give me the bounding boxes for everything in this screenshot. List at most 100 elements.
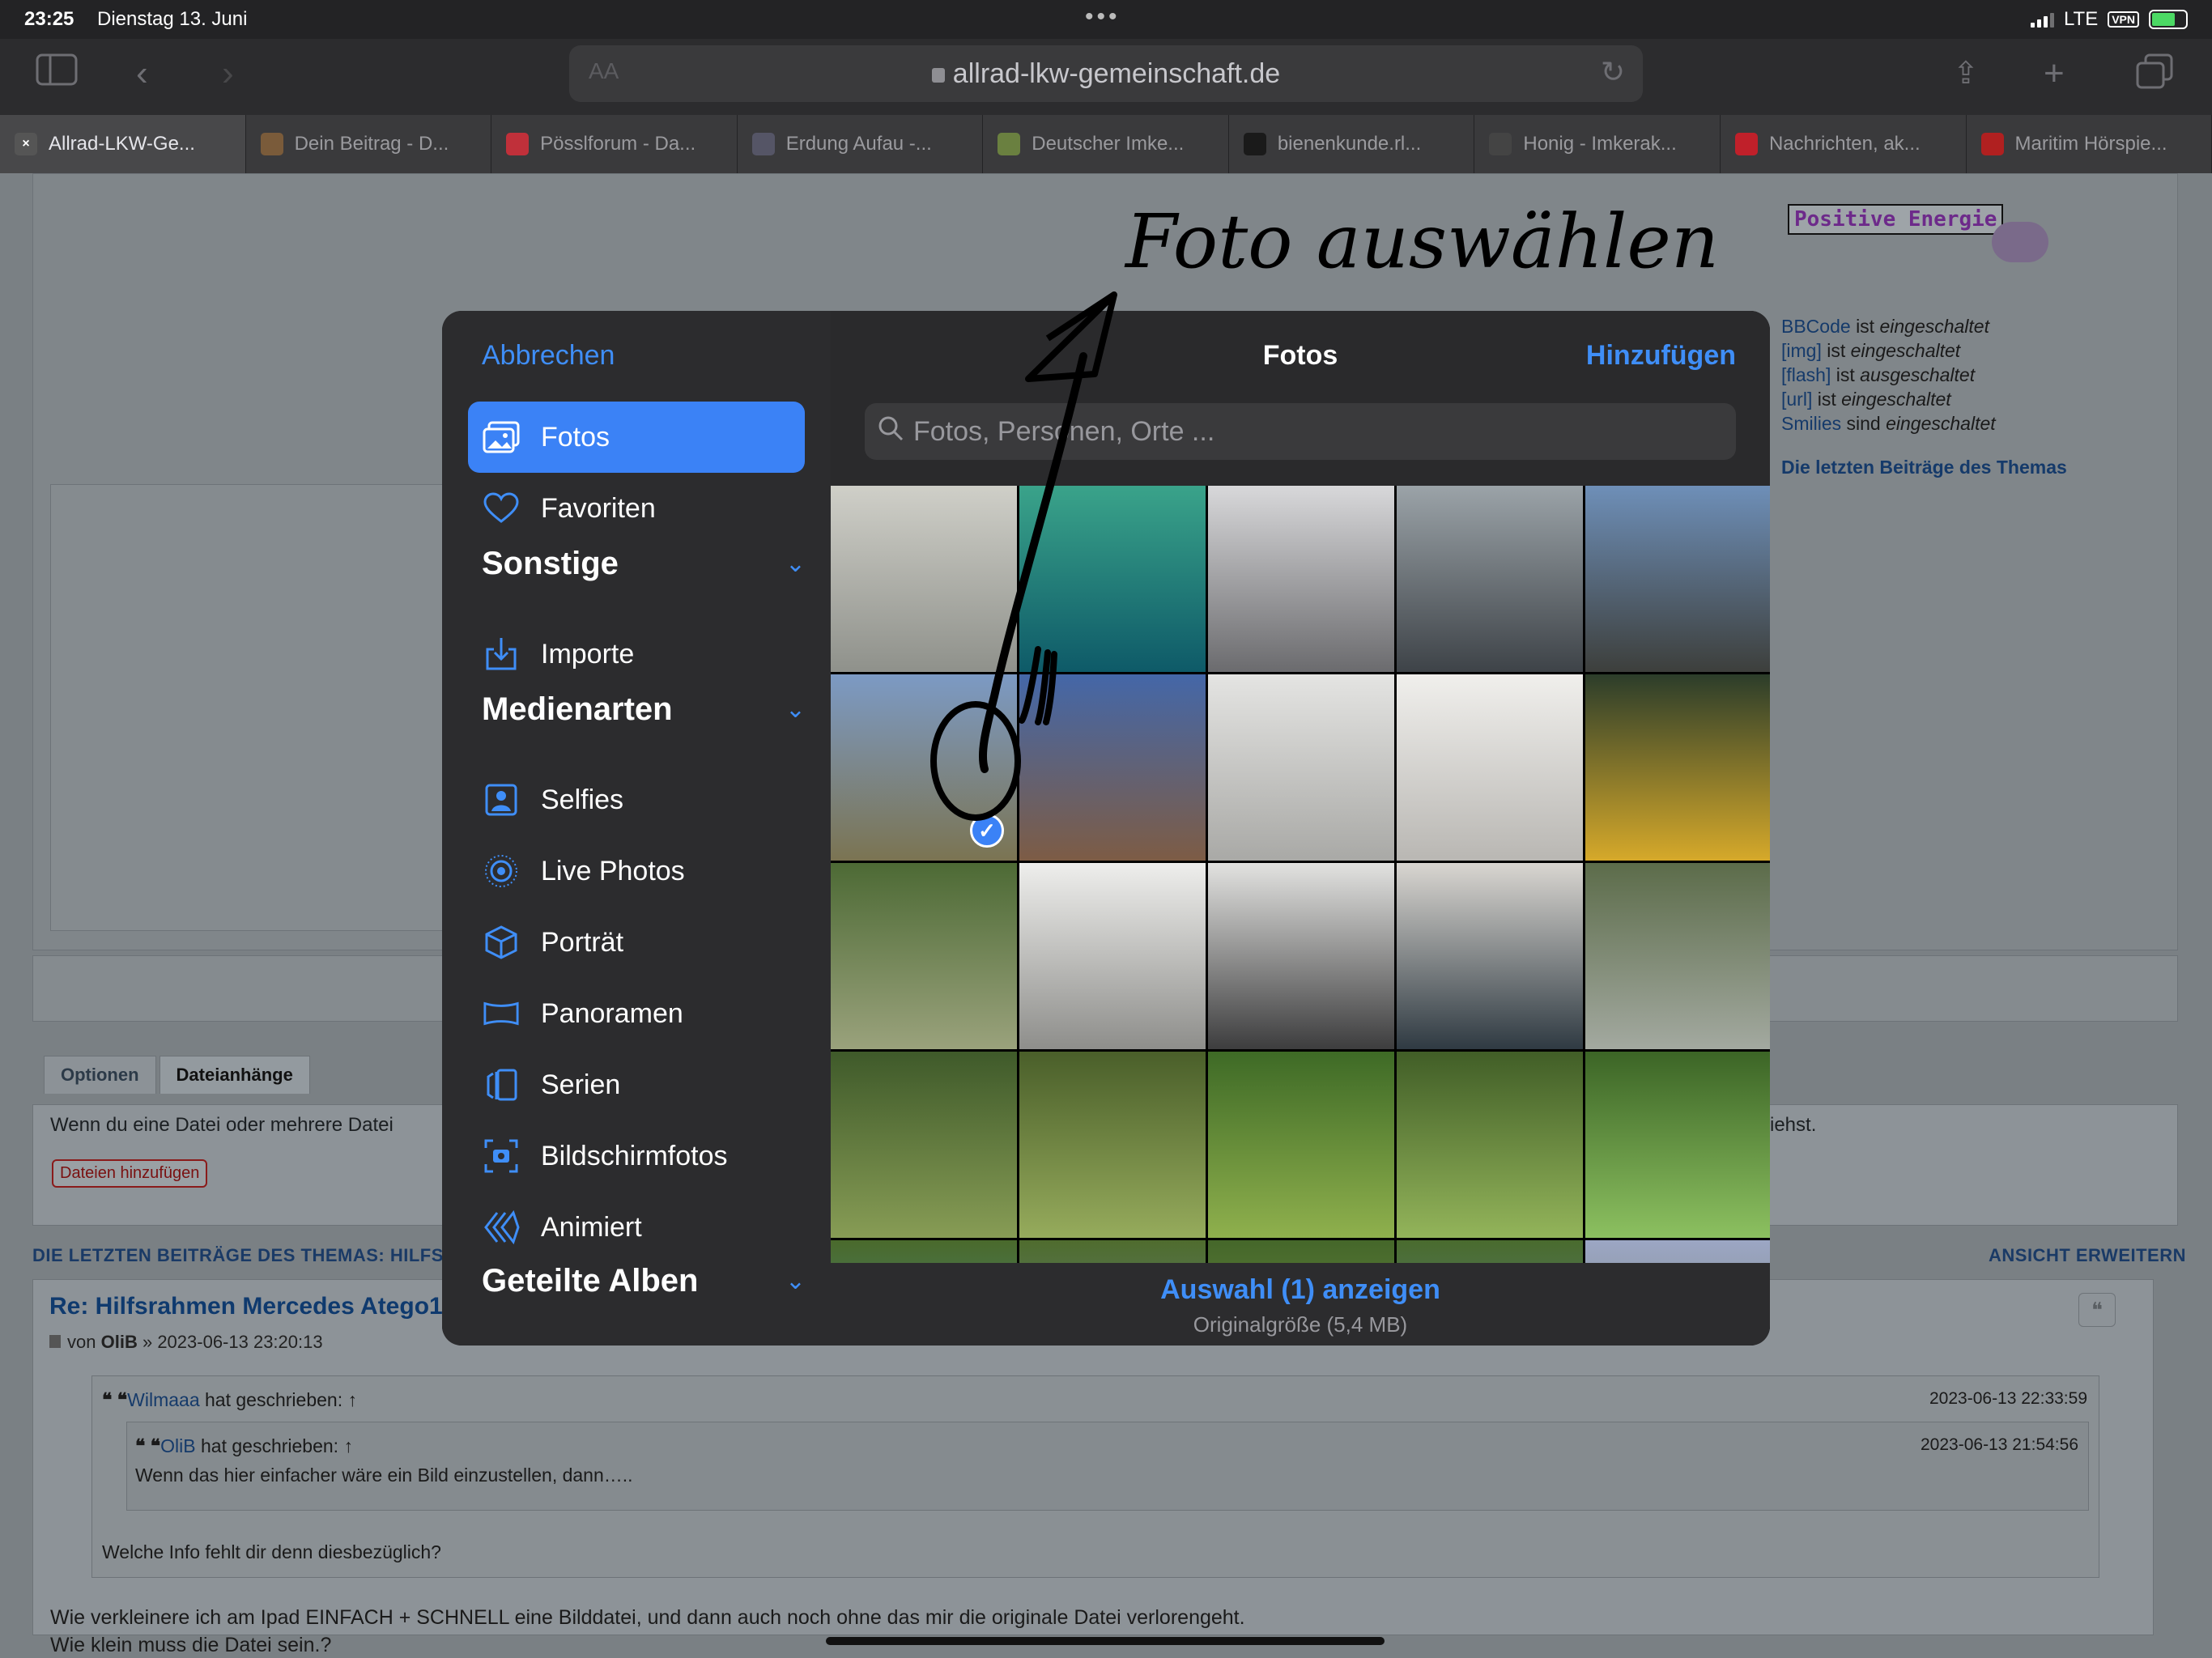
sidebar-item-animiert[interactable]: Animiert xyxy=(468,1192,805,1263)
quote-text-2: Wenn das hier einfacher wäre ein Bild ei… xyxy=(135,1465,633,1486)
sidebar-item-panoramen[interactable]: Panoramen xyxy=(468,978,805,1049)
close-icon[interactable]: × xyxy=(15,133,37,155)
quote-author-1[interactable]: Wilmaaa xyxy=(127,1389,199,1410)
battery-icon xyxy=(2149,10,2188,29)
sidebar-item-portraet[interactable]: Porträt xyxy=(468,907,805,978)
photo-thumbnail[interactable] xyxy=(831,1052,1017,1238)
photo-thumbnail[interactable] xyxy=(1397,674,1583,861)
sidebar-item-fotos[interactable]: Fotos xyxy=(468,402,805,473)
search-field[interactable]: Fotos, Personen, Orte ... xyxy=(865,403,1736,460)
photo-thumbnail[interactable] xyxy=(1397,863,1583,1049)
photo-thumbnail[interactable] xyxy=(1019,1052,1206,1238)
tab-label: Dein Beitrag - D... xyxy=(294,133,449,155)
search-icon xyxy=(878,415,904,449)
browser-tab[interactable]: × Allrad-LKW-Ge... xyxy=(0,115,246,173)
photo-thumbnail[interactable] xyxy=(1208,674,1394,861)
side-setting-line: Smilies sind eingeschaltet xyxy=(1781,413,1996,434)
browser-tab[interactable]: Maritim Hörspie... xyxy=(1967,115,2212,173)
textarea[interactable] xyxy=(50,484,455,931)
maritim-favicon xyxy=(1980,133,2004,155)
photo-thumbnail[interactable] xyxy=(1397,1240,1583,1263)
chevron-down-icon: ⌄ xyxy=(785,1268,806,1295)
side-setting-line: [img] ist eingeschaltet xyxy=(1781,340,1961,361)
post-author[interactable]: OliB xyxy=(101,1332,138,1352)
vpn-icon: VPN xyxy=(2108,11,2139,28)
photo-thumbnail[interactable] xyxy=(1019,674,1206,861)
multitasking-dots-icon[interactable]: ••• xyxy=(1085,3,1121,31)
expand-view-link[interactable]: ANSICHT ERWEITERN xyxy=(1989,1245,2186,1266)
sidebar-item-label: Live Photos xyxy=(541,855,685,886)
photo-thumbnail[interactable] xyxy=(1208,486,1394,672)
photo-thumbnail[interactable] xyxy=(1585,674,1770,861)
photo-thumbnail[interactable] xyxy=(1397,486,1583,672)
cancel-button[interactable]: Abbrechen xyxy=(482,340,615,372)
sidebar-item-bildschirmfotos[interactable]: Bildschirmfotos xyxy=(468,1120,805,1192)
tab-options[interactable]: Optionen xyxy=(44,1056,156,1094)
sidebar-item-label: Fotos xyxy=(541,421,610,453)
photo-thumbnail[interactable]: ✓ xyxy=(831,674,1017,861)
address-bar[interactable]: AA allrad-lkw-gemeinschaft.de ↻ xyxy=(569,45,1643,102)
browser-tab[interactable]: Pösslforum - Da... xyxy=(491,115,738,173)
status-right: LTE VPN xyxy=(2030,8,2188,31)
import-icon xyxy=(483,636,520,673)
sidebar-toggle-icon[interactable] xyxy=(36,53,78,95)
tabs-overview-icon[interactable] xyxy=(2136,53,2173,98)
photo-thumbnail[interactable] xyxy=(1585,1052,1770,1238)
back-icon[interactable]: ‹ xyxy=(136,53,148,94)
search-placeholder: Fotos, Personen, Orte ... xyxy=(913,415,1215,447)
quote-author-2[interactable]: OliB xyxy=(160,1435,195,1456)
photo-thumbnail[interactable] xyxy=(831,486,1017,672)
photo-thumbnail[interactable] xyxy=(1585,863,1770,1049)
sidebar-item-favoriten[interactable]: Favoriten xyxy=(468,473,805,544)
photo-thumbnail[interactable] xyxy=(1585,1240,1770,1263)
section-geteilte-alben[interactable]: Geteilte Alben ⌄ xyxy=(482,1263,806,1299)
picker-main: Fotos Hinzufügen Fotos, Personen, Orte .… xyxy=(831,311,1770,1346)
share-icon[interactable]: ⇪ xyxy=(1953,53,1979,94)
hex-favicon xyxy=(998,133,1021,155)
photo-thumbnail[interactable] xyxy=(831,1240,1017,1263)
reload-icon[interactable]: ↻ xyxy=(1601,55,1625,89)
selfie-icon xyxy=(483,781,520,818)
sidebar-item-live-photos[interactable]: Live Photos xyxy=(468,835,805,907)
browser-tab[interactable]: Nachrichten, ak... xyxy=(1721,115,1967,173)
photo-thumbnail[interactable] xyxy=(1019,486,1206,672)
sidebar-item-importe[interactable]: Importe xyxy=(468,619,805,690)
network-label: LTE xyxy=(2063,8,2099,30)
post-title[interactable]: Re: Hilfsrahmen Mercedes Atego10 xyxy=(49,1293,456,1320)
rlp-favicon xyxy=(1243,133,1266,155)
photo-thumbnail[interactable] xyxy=(831,863,1017,1049)
lock-icon xyxy=(931,68,945,83)
side-setting-line: BBCode ist eingeschaltet xyxy=(1781,316,1989,337)
section-medienarten[interactable]: Medienarten ⌄ xyxy=(482,691,806,728)
add-files-button[interactable]: Dateien hinzufügen xyxy=(52,1159,208,1188)
animated-icon xyxy=(483,1209,520,1246)
new-tab-icon[interactable]: + xyxy=(2044,53,2065,94)
section-sonstige[interactable]: Sonstige ⌄ xyxy=(482,546,806,582)
sidebar-item-serien[interactable]: Serien xyxy=(468,1049,805,1120)
browser-tab[interactable]: Dein Beitrag - D... xyxy=(246,115,492,173)
sidebar-item-selfies[interactable]: Selfies xyxy=(468,764,805,835)
home-indicator[interactable] xyxy=(826,1637,1385,1645)
photo-thumbnail[interactable] xyxy=(1208,863,1394,1049)
show-selection-button[interactable]: Auswahl (1) anzeigen xyxy=(831,1274,1770,1306)
chevron-down-icon: ⌄ xyxy=(785,696,806,723)
browser-tab[interactable]: Erdung Aufau -... xyxy=(738,115,984,173)
photo-thumbnail[interactable] xyxy=(1397,1052,1583,1238)
add-button[interactable]: Hinzufügen xyxy=(1586,340,1736,372)
quote-button-icon[interactable]: ❝ xyxy=(2078,1293,2116,1327)
side-latest-link[interactable]: Die letzten Beiträge des Themas xyxy=(1781,457,2067,478)
photo-thumbnail[interactable] xyxy=(1585,486,1770,672)
checkmark-icon: ✓ xyxy=(970,814,1004,848)
photo-thumbnail[interactable] xyxy=(1019,863,1206,1049)
quote-date-1: 2023-06-13 22:33:59 xyxy=(1929,1389,2087,1408)
browser-tab[interactable]: bienenkunde.rl... xyxy=(1229,115,1475,173)
side-setting-line: [flash] ist ausgeschaltet xyxy=(1781,364,1976,385)
photo-thumbnail[interactable] xyxy=(1208,1052,1394,1238)
forward-icon[interactable]: › xyxy=(222,53,234,94)
attach-help-text-end: iehst. xyxy=(1770,1114,1817,1136)
tab-attachments[interactable]: Dateianhänge xyxy=(159,1056,310,1094)
browser-tab[interactable]: Honig - Imkerak... xyxy=(1474,115,1721,173)
browser-tab[interactable]: Deutscher Imke... xyxy=(983,115,1229,173)
photo-thumbnail[interactable] xyxy=(1208,1240,1394,1263)
photo-thumbnail[interactable] xyxy=(1019,1240,1206,1263)
